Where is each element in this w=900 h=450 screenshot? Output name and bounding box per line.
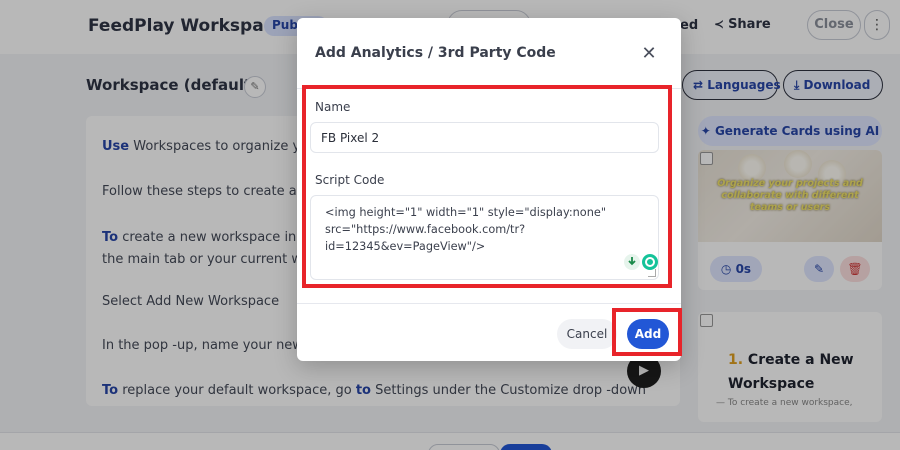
highlight-box bbox=[302, 85, 672, 288]
highlight-box bbox=[612, 308, 682, 356]
close-icon[interactable]: ✕ bbox=[637, 42, 661, 66]
divider bbox=[297, 303, 681, 304]
cancel-button[interactable]: Cancel bbox=[557, 319, 617, 349]
dialog-title: Add Analytics / 3rd Party Code bbox=[315, 45, 556, 61]
